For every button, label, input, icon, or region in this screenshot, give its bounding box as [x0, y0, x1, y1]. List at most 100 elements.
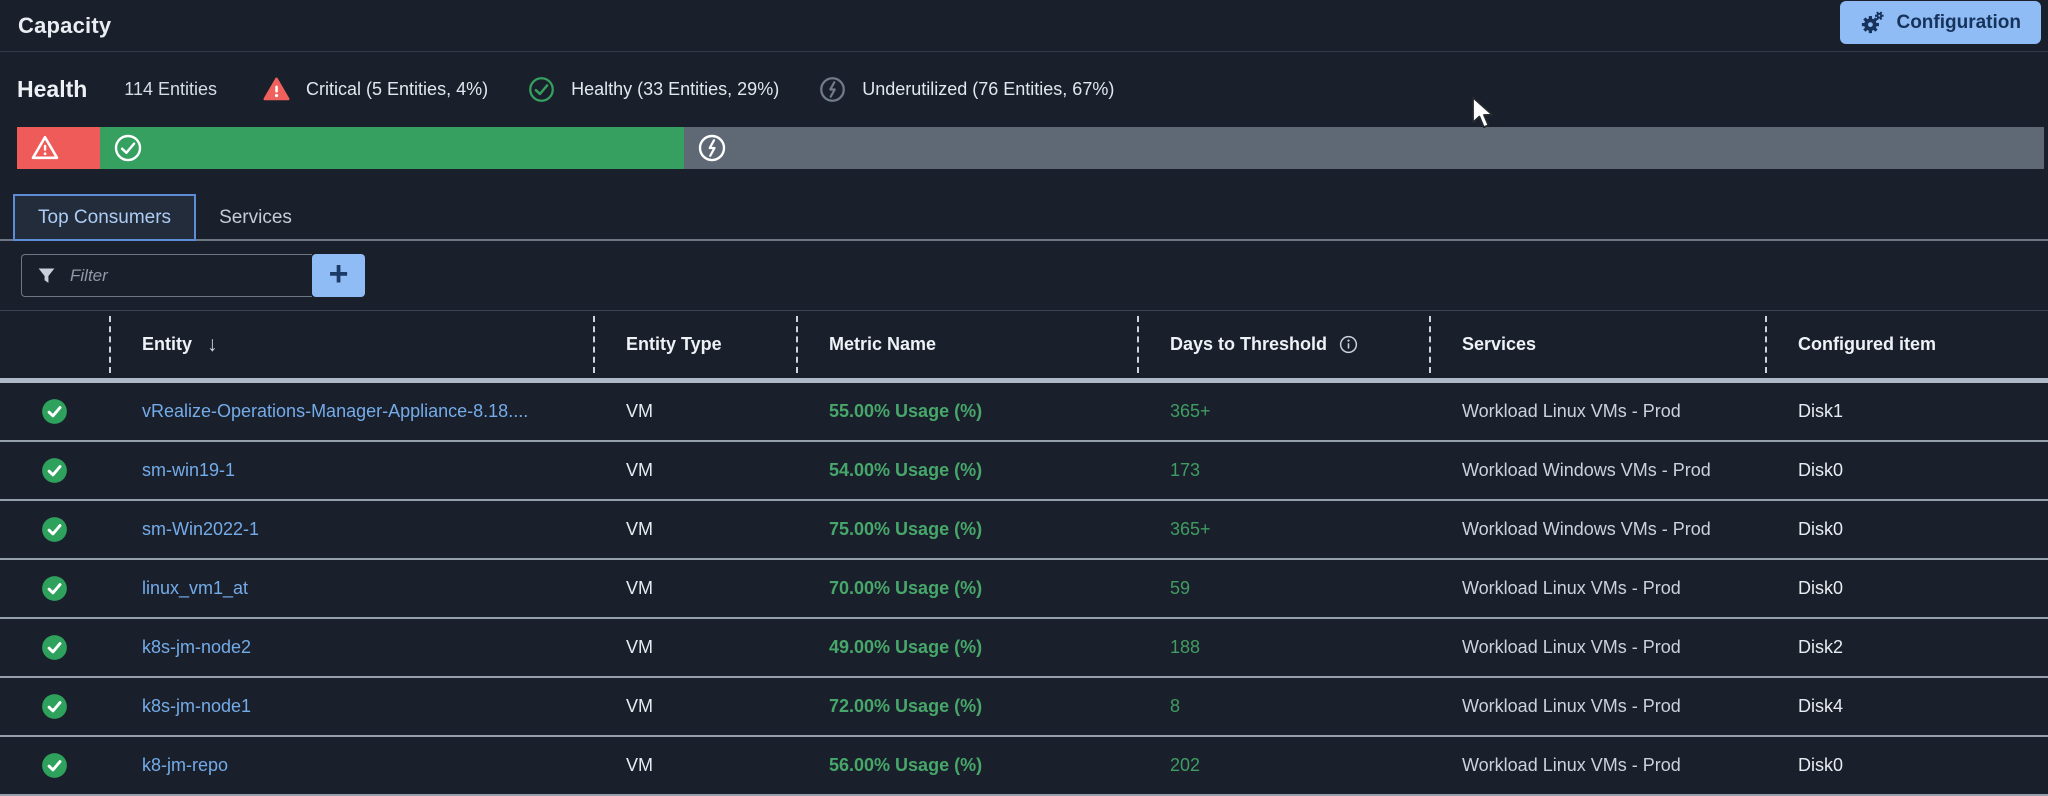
sort-descending-icon: ↓ [207, 333, 218, 357]
add-filter-button[interactable]: + [312, 254, 365, 297]
healthy-status-icon [41, 575, 68, 602]
configured-item-cell: Disk0 [1765, 519, 2048, 540]
configuration-button-label: Configuration [1896, 12, 2021, 34]
circle-bolt-icon [819, 76, 846, 103]
entity-link[interactable]: sm-win19-1 [142, 460, 235, 480]
bar-segment-critical[interactable] [17, 127, 100, 169]
metric-name-cell: 72.00% Usage (%) [796, 696, 1137, 717]
table-row[interactable]: sm-Win2022-1 VM 75.00% Usage (%) 365+ Wo… [0, 501, 2048, 560]
metric-name-cell: 49.00% Usage (%) [796, 637, 1137, 658]
configured-item-cell: Disk2 [1765, 637, 2048, 658]
health-heading: Health [17, 76, 87, 103]
entity-type-cell: VM [593, 401, 796, 422]
days-to-threshold-cell: 8 [1137, 696, 1429, 717]
circle-check-icon [113, 133, 143, 163]
legend-item-underutilized[interactable]: Underutilized (76 Entities, 67%) [819, 76, 1114, 103]
health-section: Health 114 Entities Critical (5 Entities… [0, 52, 2048, 169]
entity-type-cell: VM [593, 755, 796, 776]
entity-link[interactable]: k8s-jm-node1 [142, 696, 251, 716]
entity-link[interactable]: k8s-jm-node2 [142, 637, 251, 657]
column-header-days-label: Days to Threshold [1170, 334, 1327, 355]
legend-label-critical: Critical (5 Entities, 4%) [306, 79, 488, 100]
filter-row: + [0, 241, 2048, 297]
services-cell: Workload Linux VMs - Prod [1429, 401, 1765, 422]
legend-label-healthy: Healthy (33 Entities, 29%) [571, 79, 779, 100]
table-row[interactable]: k8s-jm-node2 VM 49.00% Usage (%) 188 Wor… [0, 619, 2048, 678]
metric-name-cell: 75.00% Usage (%) [796, 519, 1137, 540]
entity-link[interactable]: linux_vm1_at [142, 578, 248, 598]
bar-segment-healthy[interactable] [100, 127, 684, 169]
entity-link[interactable]: vRealize-Operations-Manager-Appliance-8.… [142, 401, 528, 421]
entity-type-cell: VM [593, 578, 796, 599]
circle-bolt-icon [697, 133, 727, 163]
legend-label-underutilized: Underutilized (76 Entities, 67%) [862, 79, 1114, 100]
table-row[interactable]: k8-jm-repo VM 56.00% Usage (%) 202 Workl… [0, 737, 2048, 796]
health-total-entities: 114 Entities [124, 79, 217, 100]
filter-funnel-icon [36, 265, 57, 286]
legend-item-healthy[interactable]: Healthy (33 Entities, 29%) [528, 76, 779, 103]
healthy-status-icon [41, 693, 68, 720]
warning-triangle-icon [30, 133, 60, 163]
metric-name-cell: 55.00% Usage (%) [796, 401, 1137, 422]
table-row[interactable]: vRealize-Operations-Manager-Appliance-8.… [0, 383, 2048, 442]
filter-input[interactable] [70, 266, 298, 286]
healthy-status-icon [41, 398, 68, 425]
column-header-days-to-threshold[interactable]: Days to Threshold [1137, 311, 1429, 378]
tab-top-consumers[interactable]: Top Consumers [13, 194, 196, 241]
services-cell: Workload Windows VMs - Prod [1429, 460, 1765, 481]
circle-check-icon [528, 76, 555, 103]
services-cell: Workload Windows VMs - Prod [1429, 519, 1765, 540]
metric-name-cell: 70.00% Usage (%) [796, 578, 1137, 599]
metric-name-cell: 56.00% Usage (%) [796, 755, 1137, 776]
configured-item-cell: Disk4 [1765, 696, 2048, 717]
column-header-entity[interactable]: Entity ↓ [109, 311, 593, 378]
healthy-status-icon [41, 752, 68, 779]
table-header-row: Entity ↓ Entity Type Metric Name Days to… [0, 310, 2048, 383]
table-row[interactable]: linux_vm1_at VM 70.00% Usage (%) 59 Work… [0, 560, 2048, 619]
days-to-threshold-cell: 202 [1137, 755, 1429, 776]
configured-item-cell: Disk0 [1765, 578, 2048, 599]
top-consumers-table: Entity ↓ Entity Type Metric Name Days to… [0, 310, 2048, 796]
configured-item-cell: Disk1 [1765, 401, 2048, 422]
tab-services[interactable]: Services [196, 194, 315, 241]
services-cell: Workload Linux VMs - Prod [1429, 755, 1765, 776]
warning-triangle-icon [263, 76, 290, 103]
table-row[interactable]: k8s-jm-node1 VM 72.00% Usage (%) 8 Workl… [0, 678, 2048, 737]
configuration-button[interactable]: Configuration [1840, 1, 2041, 44]
column-header-status [0, 311, 109, 378]
page-title: Capacity [18, 13, 111, 39]
days-to-threshold-cell: 59 [1137, 578, 1429, 599]
filter-field [21, 254, 312, 297]
entity-type-cell: VM [593, 460, 796, 481]
column-header-entity-type[interactable]: Entity Type [593, 311, 796, 378]
days-to-threshold-cell: 173 [1137, 460, 1429, 481]
configured-item-cell: Disk0 [1765, 755, 2048, 776]
days-to-threshold-cell: 365+ [1137, 519, 1429, 540]
column-header-metric-name[interactable]: Metric Name [796, 311, 1137, 378]
column-header-services[interactable]: Services [1429, 311, 1765, 378]
entity-type-cell: VM [593, 519, 796, 540]
column-header-entity-label: Entity [142, 334, 192, 355]
metric-name-cell: 54.00% Usage (%) [796, 460, 1137, 481]
table-row[interactable]: sm-win19-1 VM 54.00% Usage (%) 173 Workl… [0, 442, 2048, 501]
entity-link[interactable]: sm-Win2022-1 [142, 519, 259, 539]
services-cell: Workload Linux VMs - Prod [1429, 637, 1765, 658]
days-to-threshold-cell: 188 [1137, 637, 1429, 658]
services-cell: Workload Linux VMs - Prod [1429, 578, 1765, 599]
healthy-status-icon [41, 516, 68, 543]
entity-type-cell: VM [593, 637, 796, 658]
entity-link[interactable]: k8-jm-repo [142, 755, 228, 775]
info-icon[interactable] [1338, 334, 1359, 355]
tab-top-consumers-label: Top Consumers [38, 207, 171, 229]
bar-segment-underutilized[interactable] [684, 127, 2044, 169]
legend-item-critical[interactable]: Critical (5 Entities, 4%) [263, 76, 488, 103]
column-header-configured-item[interactable]: Configured item [1765, 311, 2048, 378]
configured-item-cell: Disk0 [1765, 460, 2048, 481]
top-bar: Capacity Configurati [0, 0, 2048, 52]
entity-type-cell: VM [593, 696, 796, 717]
healthy-status-icon [41, 634, 68, 661]
table-body: vRealize-Operations-Manager-Appliance-8.… [0, 383, 2048, 796]
healthy-status-icon [41, 457, 68, 484]
days-to-threshold-cell: 365+ [1137, 401, 1429, 422]
tab-services-label: Services [219, 207, 292, 229]
